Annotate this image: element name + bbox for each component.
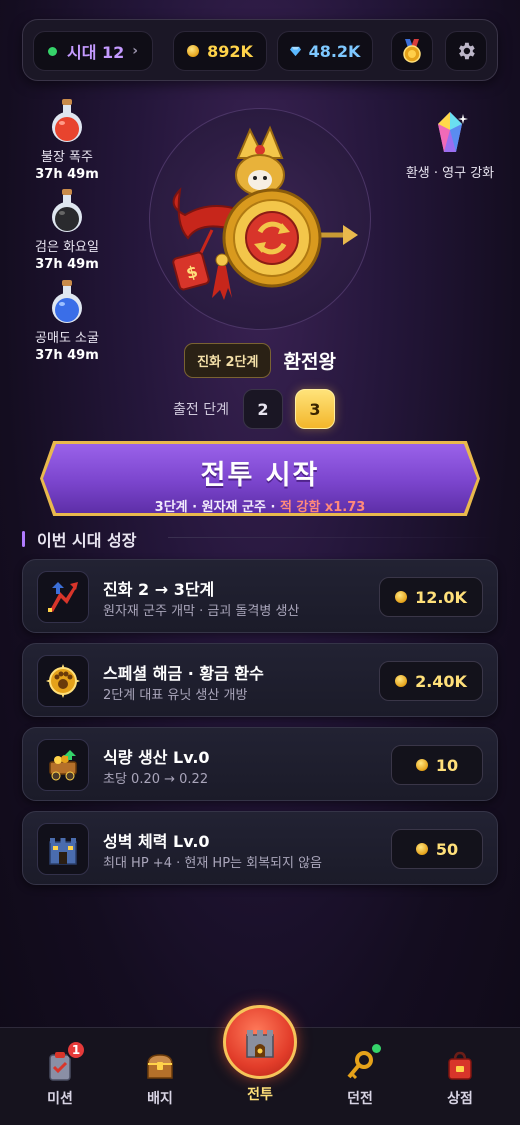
nav-label: 미션 — [47, 1091, 73, 1107]
buff-timer: 37h 49m — [35, 167, 99, 182]
upgrade-icon-box — [37, 655, 89, 707]
section-divider — [168, 537, 498, 538]
gear-icon — [459, 42, 475, 60]
stage-label: 출전 단계 — [173, 402, 229, 418]
upgrade-description: 초당 0.20 → 0.22 — [103, 772, 209, 787]
gold-coin-icon — [395, 591, 408, 603]
start-battle-label: 전투 시작 — [200, 460, 320, 491]
gold-coin-icon — [395, 675, 408, 687]
mission-notification-badge: 1 — [66, 1040, 86, 1060]
battle-info: 3단계 · 원자재 군주 · 적 강함 x1.73 — [43, 496, 477, 515]
golden-beast-icon — [46, 664, 80, 698]
treasure-chest-icon — [147, 1054, 173, 1079]
era-label: 시대 12 — [67, 43, 125, 62]
stage-option-3-selected[interactable]: 3 — [294, 389, 335, 429]
buff-name: 불장 폭주 — [41, 150, 93, 165]
upgrade-price: 10 — [435, 755, 459, 775]
nav-label: 상점 — [447, 1091, 473, 1107]
rebirth-label: 환생 · 영구 강화 — [405, 166, 495, 181]
upgrade-title: 식량 생산 Lv.0 — [103, 748, 210, 767]
castle-icon — [246, 1030, 274, 1058]
nav-label-battle: 전투 — [247, 1087, 273, 1103]
gold-coin-icon — [415, 843, 428, 855]
stage-option-2[interactable]: 2 — [242, 389, 283, 429]
shopping-bag-icon — [448, 1051, 472, 1080]
nav-tab-battle[interactable] — [223, 1005, 297, 1079]
upgrade-price: 2.40K — [415, 671, 467, 691]
settings-button[interactable] — [445, 31, 487, 71]
money-king-hero-icon[interactable]: $ — [160, 120, 360, 310]
upgrade-title: 성벽 체력 Lv.0 — [103, 832, 210, 851]
upgrade-card-evolution[interactable]: 진화 2 → 3단계 원자재 군주 개막 · 금괴 돌격병 생산 12.0K — [22, 559, 498, 633]
hero-name: 환전왕 — [283, 351, 336, 373]
gem-amount: 48.2K — [308, 41, 361, 61]
upgrade-title: 스페셜 해금 · 황금 환수 — [103, 664, 264, 683]
food-cart-icon — [49, 750, 77, 781]
upgrade-description: 원자재 군주 개막 · 금괴 돌격병 생산 — [103, 604, 300, 619]
evolution-arrow-icon — [48, 582, 78, 612]
upgrade-price: 12.0K — [415, 587, 467, 607]
upgrade-card-wall-hp[interactable]: 성벽 체력 Lv.0 최대 HP +4 · 현재 HP는 회복되지 않음 50 — [22, 811, 498, 885]
upgrade-buy-button[interactable]: 2.40K — [379, 661, 483, 701]
upgrade-description: 최대 HP +4 · 현재 HP는 회복되지 않음 — [103, 856, 323, 871]
enemy-strength-info: 적 강함 x1.73 — [279, 500, 366, 515]
evolution-stage-badge: 진화 2단계 — [184, 343, 272, 378]
buff-black-tuesday[interactable]: 검은 화요일 37h 49m — [22, 188, 112, 272]
key-icon — [347, 1051, 373, 1080]
upgrade-buy-button[interactable]: 12.0K — [379, 577, 483, 617]
section-accent-bar — [22, 531, 25, 547]
upgrade-buy-button[interactable]: 50 — [391, 829, 483, 869]
section-title: 이번 시대 성장 — [37, 531, 137, 550]
gold-coin-icon — [187, 45, 200, 57]
upgrade-icon-box — [37, 823, 89, 875]
red-potion-icon — [52, 99, 82, 142]
medal-button[interactable] — [391, 31, 433, 71]
upgrade-card-food-production[interactable]: 식량 생산 Lv.0 초당 0.20 → 0.22 10 — [22, 727, 498, 801]
gold-amount: 892K — [207, 41, 253, 61]
battle-stage-info: 3단계 · 원자재 군주 · — [154, 500, 280, 515]
blue-potion-icon — [52, 280, 82, 323]
nav-tab-badge[interactable]: 배지 — [120, 1050, 200, 1108]
rebirth-button[interactable]: 환생 · 영구 강화 — [395, 110, 505, 181]
upgrade-icon-box — [37, 739, 89, 791]
dungeon-notification-dot — [372, 1044, 381, 1053]
crystal-icon — [438, 112, 468, 152]
medal-icon — [403, 39, 421, 63]
gold-coin-icon — [415, 759, 428, 771]
stage-selector: 출전 단계 2 3 — [0, 389, 520, 429]
era-selector[interactable]: 시대 12 › — [33, 31, 153, 71]
upgrade-buy-button[interactable]: 10 — [391, 745, 483, 785]
nav-tab-mission[interactable]: 1 미션 — [20, 1040, 100, 1108]
top-status-bar: 시대 12 › 892K 48.2K — [22, 19, 498, 81]
upgrade-card-special-unlock[interactable]: 스페셜 해금 · 황금 환수 2단계 대표 유닛 생산 개방 2.40K — [22, 643, 498, 717]
nav-label: 던전 — [347, 1091, 373, 1107]
black-potion-icon — [52, 189, 82, 232]
upgrade-title: 진화 2 → 3단계 — [103, 580, 215, 599]
upgrade-description: 2단계 대표 유닛 생산 개방 — [103, 688, 248, 703]
gem-counter[interactable]: 48.2K — [277, 31, 373, 71]
nav-tab-dungeon[interactable]: 던전 — [320, 1044, 400, 1108]
buff-name: 검은 화요일 — [35, 240, 99, 255]
upgrade-icon-box — [37, 571, 89, 623]
hero-info: 진화 2단계 환전왕 — [0, 343, 520, 378]
buff-timer: 37h 49m — [35, 257, 99, 272]
upgrade-price: 50 — [435, 839, 459, 859]
gold-counter[interactable]: 892K — [173, 31, 267, 71]
gem-icon — [289, 46, 301, 56]
nav-label: 배지 — [147, 1091, 173, 1107]
chevron-right-icon: › — [132, 43, 139, 59]
nav-tab-shop[interactable]: 상점 — [420, 1050, 500, 1108]
era-status-dot — [48, 46, 57, 56]
section-header: 이번 시대 성장 — [22, 527, 136, 551]
start-battle-button[interactable]: 전투 시작 3단계 · 원자재 군주 · 적 강함 x1.73 — [40, 441, 480, 516]
castle-wall-icon — [49, 838, 77, 865]
buff-bull-frenzy[interactable]: 불장 폭주 37h 49m — [22, 98, 112, 182]
